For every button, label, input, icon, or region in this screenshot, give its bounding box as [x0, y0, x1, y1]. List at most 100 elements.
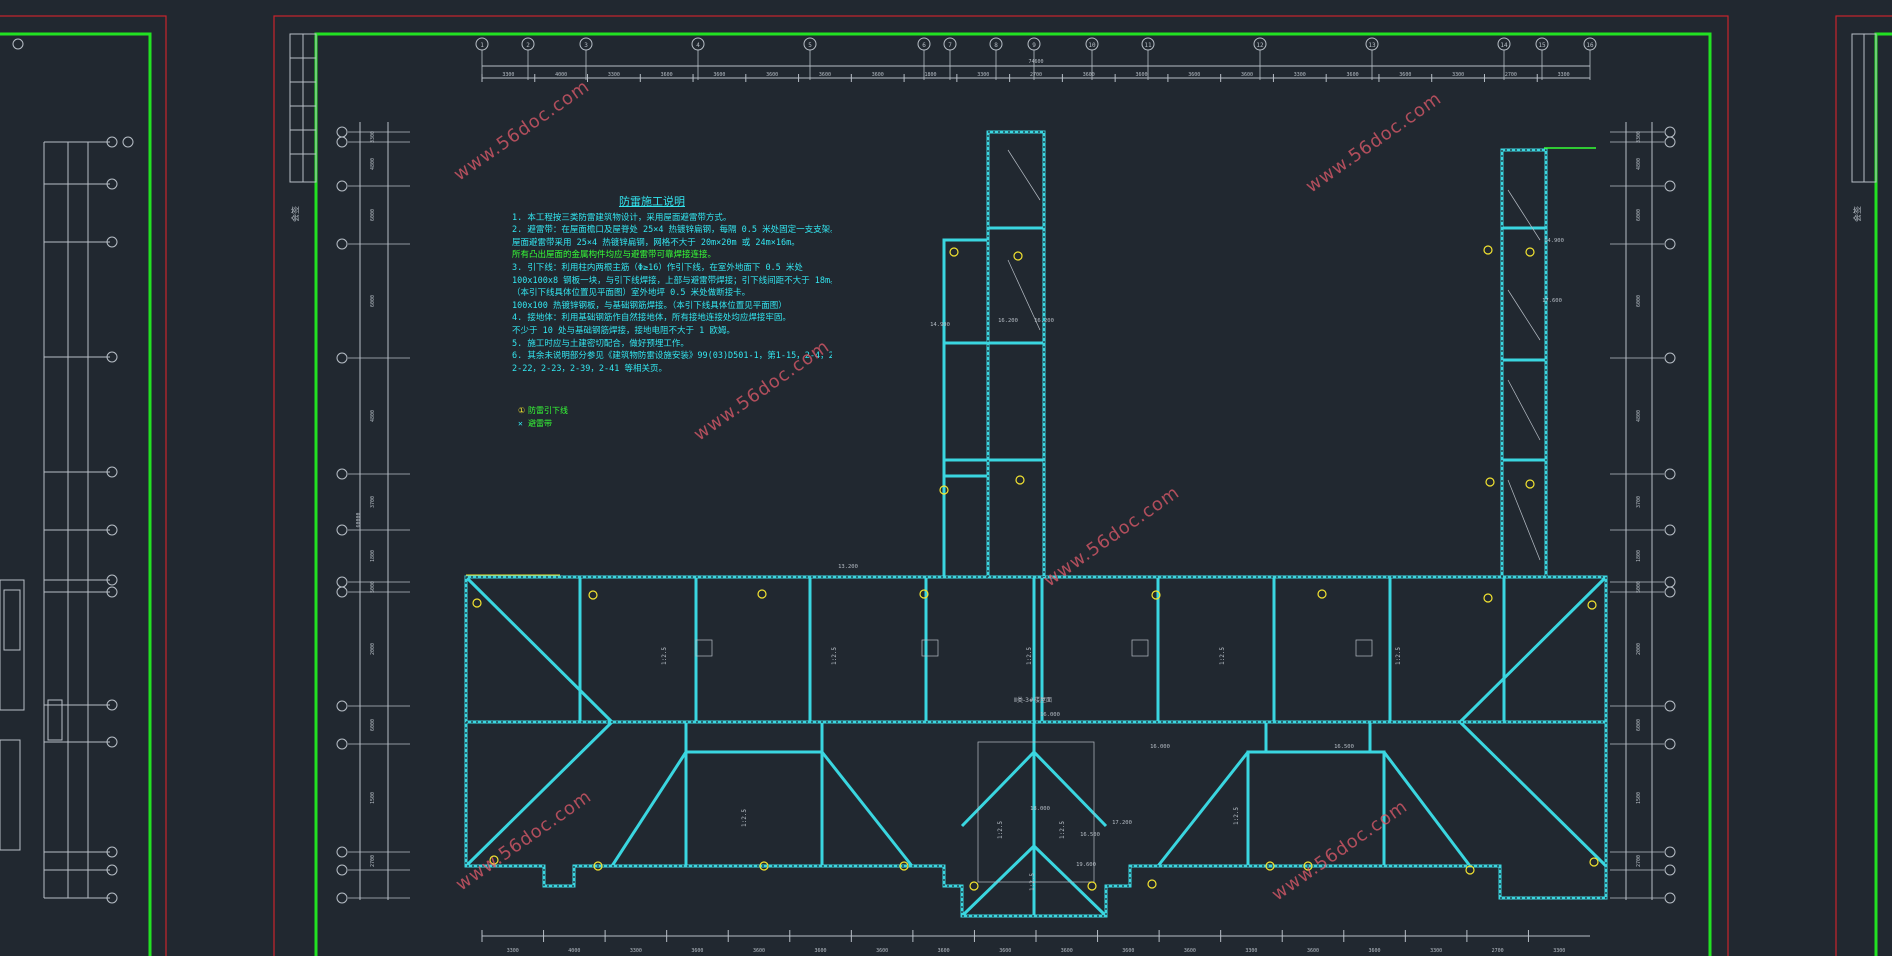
axis-bubble: [336, 892, 348, 904]
notes-line: 100x100 热镀锌钢板，与基础钢筋焊接。（本引下线具体位置见平面图）: [512, 300, 787, 311]
dim-label: 3600: [1122, 948, 1134, 954]
elevation-label: 16.000: [1150, 744, 1170, 750]
dim-label: 3300: [1558, 72, 1570, 78]
elevation-label: 16.200: [1034, 318, 1054, 324]
notes-title: 防雷施工说明: [619, 195, 685, 208]
elevation-label: 17.200: [1112, 820, 1132, 826]
axis-label: 11: [1144, 42, 1152, 49]
elevation-label: 16.500: [1334, 744, 1354, 750]
axis-label: 9: [1032, 42, 1036, 49]
dim-label: 3600: [1188, 72, 1200, 78]
dim-label: 3300: [1636, 131, 1642, 143]
dim-label: 3600: [766, 72, 778, 78]
axis-bubble: [336, 468, 348, 480]
dim-label: 3300: [1452, 72, 1464, 78]
axis-bubble: [336, 586, 348, 598]
slope-label: 1:2.5: [661, 647, 668, 665]
dim-label: 6000: [1636, 209, 1642, 221]
bottom-dimension-chain: 3300 4000 3300 3600 3600 3600 3600 3600 3600 3600…: [481, 930, 1590, 954]
dim-label: 3600: [1136, 72, 1148, 78]
dim-label: 3600: [1241, 72, 1253, 78]
dim-label: 2700: [1636, 855, 1642, 867]
dim-label: 3300: [502, 72, 514, 78]
right-sheet: [1835, 15, 1892, 956]
slope-label: 1:2.5: [1026, 647, 1033, 665]
axis-label: 10: [1088, 42, 1096, 49]
dim-label: 3300: [1430, 948, 1442, 954]
slope-label: 1:2.5: [831, 647, 838, 665]
slope-label: 1:2.5: [1233, 807, 1240, 825]
title-block-label: 会签: [290, 206, 300, 222]
dim-label: 1500: [370, 792, 376, 804]
dim-label: 6000: [1636, 719, 1642, 731]
dim-label: 2700: [370, 855, 376, 867]
dim-label: 3600: [938, 948, 950, 954]
dim-label: 3600: [1399, 72, 1411, 78]
notes-line: 5. 施工时应与土建密切配合，做好预埋工作。: [512, 338, 689, 349]
elevation-label: 16.000: [1040, 712, 1060, 718]
axis-bubble: [1664, 524, 1676, 536]
axis-bubble: [1664, 468, 1676, 480]
dim-label: 3700: [1636, 496, 1642, 508]
axis-bubble: [336, 136, 348, 148]
axis-bubble: [336, 238, 348, 250]
dim-label: 4800: [370, 410, 376, 422]
axis-label: 1: [480, 42, 484, 49]
axis-bubble: [336, 352, 348, 364]
axis-bubble: [1664, 126, 1676, 138]
dim-label: 1800: [1636, 550, 1642, 562]
slope-label: 1:2.5: [1219, 647, 1226, 665]
dim-label: 1500: [1636, 792, 1642, 804]
dim-label: 3300: [1245, 948, 1257, 954]
elevation-label: 16.500: [1080, 832, 1100, 838]
axis-bubble: [336, 576, 348, 588]
legend-item-downlead: ① 防雷引下线: [518, 406, 568, 415]
dim-label: 6000: [1636, 295, 1642, 307]
dim-label: 3600: [713, 72, 725, 78]
notes-line: 100x100x8 钢板一块，与引下线焊接，上部与避雷带焊接；引下线间距不大于 …: [512, 275, 832, 286]
dim-label: 3300: [630, 948, 642, 954]
slope-label: 1:2.5: [1059, 821, 1066, 839]
left-dimension-chain: 3300 4800 6000 6000 4800 3700 1800 5000 2000 6000…: [336, 122, 410, 904]
dim-label: 2700: [1492, 948, 1504, 954]
dim-label: 3600: [1307, 948, 1319, 954]
dim-label: 3600: [1347, 72, 1359, 78]
axis-bubble: [1664, 892, 1676, 904]
axis-label: 2: [526, 42, 530, 49]
dim-label: 3600: [753, 948, 765, 954]
slope-labels: 1:2.5 1:2.5 1:2.5 1:2.5 1:2.5 1:2.5 1:2.5 1:2.5…: [661, 647, 1402, 891]
notes-line: 不少于 10 处与基础钢筋焊接，接地电阻不大于 1 欧姆。: [512, 325, 735, 336]
dim-label: 4800: [370, 158, 376, 170]
dim-label: 3600: [1184, 948, 1196, 954]
dim-label: 2000: [370, 643, 376, 655]
axis-bubble: [336, 738, 348, 750]
axis-bubble: [336, 846, 348, 858]
axis-bubble: [1664, 846, 1676, 858]
dim-label: 3600: [1061, 948, 1073, 954]
dim-label: 2000: [1636, 643, 1642, 655]
dim-label: 3300: [1553, 948, 1565, 954]
dim-total: 60000: [356, 512, 362, 527]
axis-bubble: [1664, 700, 1676, 712]
dim-label: 3300: [507, 948, 519, 954]
slope-label: 1:2.5: [997, 821, 1004, 839]
dim-label: 3700: [370, 496, 376, 508]
notes-line: 3. 引下线：利用柱内两根主筋（Φ≥16）作引下线，在室外地面下 0.5 米处: [512, 262, 803, 273]
cad-drawing: 3300 4000 3300 3600 3600 3600 3600 3600 1800 3300…: [0, 15, 1892, 956]
axis-bubble: [336, 126, 348, 138]
slope-label: 1:2.5: [1029, 873, 1036, 891]
dim-label: 6000: [370, 719, 376, 731]
dim-label: 2700: [1030, 72, 1042, 78]
notes-line: 所有凸出屋面的金属构件均应与避雷带可靠焊接连接。: [512, 250, 717, 261]
left-sheet: [0, 15, 167, 956]
axis-bubble: [336, 864, 348, 876]
axis-label: 14: [1500, 42, 1508, 49]
legend-item-belt: ✕ 避雷带: [518, 419, 552, 428]
axis-label: 15: [1538, 42, 1546, 49]
elevation-label: 14.900: [930, 322, 950, 328]
lightning-protection-notes: 防雷施工说明 1. 本工程按三类防雷建筑物设计，采用屋面避雷带方式。 2. 避雷…: [512, 195, 832, 375]
dim-label: 5000: [1636, 581, 1642, 593]
axis-label: 7: [948, 42, 952, 49]
elevation-label: 17.600: [1542, 298, 1562, 304]
axis-label: 5: [808, 42, 812, 49]
